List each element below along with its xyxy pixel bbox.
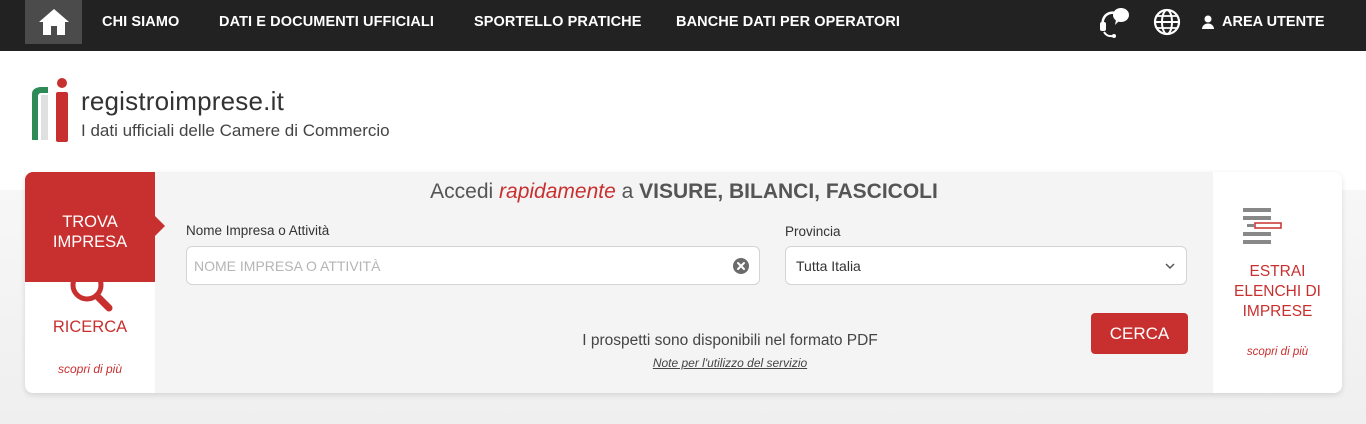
scopri-di-piu-extract-link[interactable]: scopri di più [1213, 346, 1342, 358]
company-name-label: Nome Impresa o Attività [186, 223, 330, 238]
headline-strong: VISURE, BILANCI, FASCICOLI [639, 180, 938, 203]
estrai-elenchi-label[interactable]: ESTRAI ELENCHI DI IMPRESE [1213, 262, 1342, 322]
search-panel: TROVA IMPRESA RICERCA scopri di più Acce… [25, 172, 1342, 393]
home-button[interactable] [25, 0, 82, 44]
top-navigation-bar: CHI SIAMO DATI E DOCUMENTI UFFICIALI SPO… [0, 0, 1366, 51]
company-name-input[interactable] [186, 246, 760, 285]
usage-notes-link[interactable]: Note per l'utilizzo del servizio [155, 356, 1305, 370]
user-area-label: AREA UTENTE [1222, 14, 1325, 30]
search-mode-column: TROVA IMPRESA RICERCA scopri di più [25, 172, 155, 393]
trova-label-line2: IMPRESA [52, 233, 128, 251]
extract-list-icon [1243, 208, 1282, 244]
province-select[interactable]: Tutta Italia [785, 246, 1187, 285]
estrai-label-line3: IMPRESE [1242, 303, 1313, 320]
cerca-button[interactable]: CERCA [1091, 313, 1188, 354]
search-icon[interactable] [67, 266, 115, 312]
user-area-link[interactable]: AREA UTENTE [1202, 0, 1325, 44]
search-headline: Accedi rapidamente a VISURE, BILANCI, FA… [155, 180, 1213, 204]
support-button[interactable] [1097, 5, 1131, 39]
nav-link-banche-dati[interactable]: BANCHE DATI PER OPERATORI [676, 0, 900, 44]
scopri-di-piu-link[interactable]: scopri di più [25, 362, 155, 376]
nav-link-chi-siamo[interactable]: CHI SIAMO [102, 0, 179, 44]
extract-lists-column[interactable]: ESTRAI ELENCHI DI IMPRESE scopri di più [1213, 172, 1342, 393]
globe-icon [1153, 8, 1181, 36]
trova-impresa-label: TROVA IMPRESA [25, 212, 155, 252]
headline-emphasis: rapidamente [499, 180, 616, 203]
language-button[interactable] [1150, 5, 1184, 39]
chevron-down-icon [1165, 262, 1175, 269]
ricerca-label[interactable]: RICERCA [25, 318, 155, 337]
home-icon [38, 9, 69, 35]
nav-link-dati-documenti[interactable]: DATI E DOCUMENTI UFFICIALI [219, 0, 434, 44]
headline-prefix: Accedi [430, 180, 500, 203]
logo-title: registroimprese.it [81, 86, 284, 116]
active-tab-arrow [155, 216, 165, 236]
province-label: Provincia [785, 224, 841, 239]
site-logo[interactable]: registroimprese.it I dati ufficiali dell… [28, 78, 428, 144]
province-selected-value: Tutta Italia [796, 257, 861, 274]
user-icon [1202, 15, 1214, 29]
ri-logo-mark [32, 78, 68, 142]
nav-link-sportello-pratiche[interactable]: SPORTELLO PRATICHE [474, 0, 641, 44]
estrai-label-line2: ELENCHI DI [1234, 283, 1321, 300]
clear-input-icon[interactable] [733, 258, 749, 274]
logo-subtitle: I dati ufficiali delle Camere di Commerc… [81, 121, 390, 140]
trova-label-line1: TROVA [62, 213, 118, 231]
estrai-label-line1: ESTRAI [1249, 263, 1306, 280]
headset-chat-icon [1100, 8, 1129, 38]
headline-middle: a [615, 180, 640, 203]
